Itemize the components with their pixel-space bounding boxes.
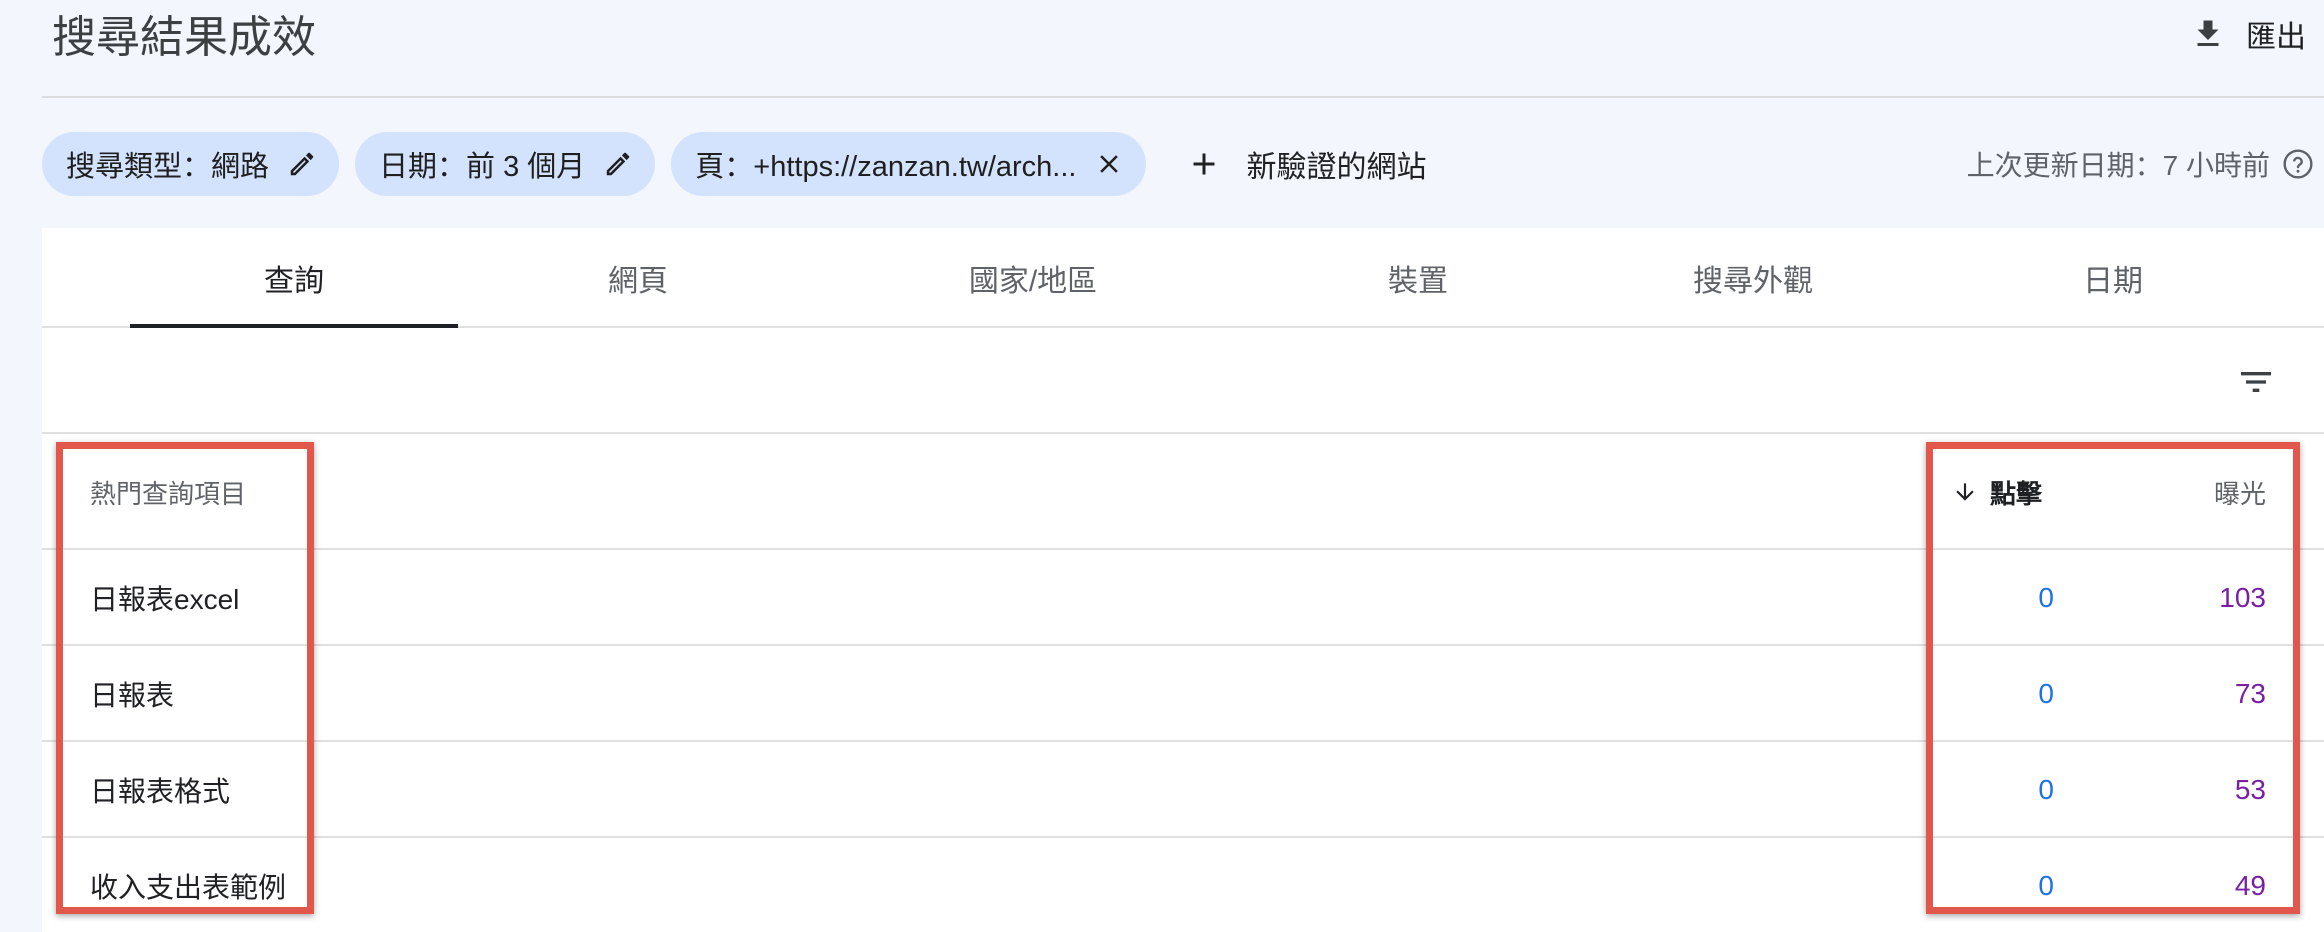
tab-pages[interactable]: 網頁	[488, 228, 788, 328]
column-header-clicks[interactable]: 點擊	[1952, 434, 2042, 550]
tab-search-appearance[interactable]: 搜尋外觀	[1598, 228, 1908, 328]
column-header-impressions[interactable]: 曝光	[2214, 434, 2266, 550]
tab-queries[interactable]: 查詢	[130, 228, 458, 328]
tab-devices[interactable]: 裝置	[1268, 228, 1568, 328]
table-row[interactable]: 日報表格式 0 53	[42, 742, 2324, 838]
query-cell: 收入支出表範例	[90, 872, 287, 903]
clicks-header-label: 點擊	[1990, 478, 2043, 509]
chip-label: 搜尋類型：網路	[66, 151, 270, 183]
table-header: 熱門查詢項目 點擊 曝光	[42, 434, 2324, 550]
export-label: 匯出	[2246, 21, 2306, 54]
last-updated-text: 上次更新日期：7 小時前	[1966, 150, 2270, 181]
tab-countries[interactable]: 國家/地區	[848, 228, 1218, 328]
impressions-cell: 49	[2234, 870, 2266, 901]
plus-icon	[1193, 153, 1215, 175]
results-card: 查詢 網頁 國家/地區 裝置 搜尋外觀 日期 熱門查詢項目 點擊 曝光 日報表e…	[42, 228, 2324, 932]
impressions-cell: 103	[2219, 582, 2266, 613]
filter-rows-icon[interactable]	[2236, 362, 2276, 402]
page-title: 搜尋結果成效	[52, 13, 316, 62]
pencil-icon[interactable]	[287, 149, 317, 179]
queries-table: 熱門查詢項目 點擊 曝光 日報表excel 0 103 日報表 0 73 日報表…	[42, 434, 2324, 932]
query-cell: 日報表excel	[90, 584, 240, 615]
page-header: 搜尋結果成效 匯出	[42, 0, 2324, 98]
close-icon[interactable]	[1094, 149, 1124, 179]
pencil-icon[interactable]	[603, 149, 633, 179]
chip-page[interactable]: 頁：+https://zanzan.tw/arch...	[671, 132, 1147, 196]
table-row[interactable]: 日報表 0 73	[42, 646, 2324, 742]
download-icon	[2197, 20, 2219, 46]
clicks-cell: 0	[2038, 582, 2054, 613]
add-filter-label: 新驗證的網站	[1246, 151, 1427, 184]
export-button[interactable]: 匯出	[2190, 8, 2306, 60]
column-header-query[interactable]: 熱門查詢項目	[90, 434, 246, 550]
clicks-cell: 0	[2038, 774, 2054, 805]
clicks-cell: 0	[2038, 678, 2054, 709]
chip-search-type[interactable]: 搜尋類型：網路	[42, 132, 340, 196]
dimension-tabs: 查詢 網頁 國家/地區 裝置 搜尋外觀 日期	[42, 228, 2324, 328]
add-filter-button[interactable]: 新驗證的網站	[1186, 142, 1426, 186]
impressions-cell: 53	[2234, 774, 2266, 805]
table-row[interactable]: 收入支出表範例 0 49	[42, 838, 2324, 932]
impressions-cell: 73	[2234, 678, 2266, 709]
table-toolbar	[42, 328, 2324, 434]
help-icon[interactable]	[2282, 148, 2314, 180]
query-cell: 日報表	[90, 680, 175, 711]
chip-label: 頁：+https://zanzan.tw/arch...	[695, 151, 1077, 183]
arrow-down-icon	[1956, 483, 1974, 501]
chip-label: 日期：前 3 個月	[379, 151, 586, 183]
clicks-cell: 0	[2038, 870, 2054, 901]
tab-dates[interactable]: 日期	[1968, 228, 2258, 328]
query-cell: 日報表格式	[90, 776, 231, 807]
search-performance-page: 搜尋結果成效 匯出 搜尋類型：網路 日期：前 3 個月 頁：+https://z…	[0, 0, 2324, 932]
last-updated: 上次更新日期：7 小時前	[1967, 144, 2314, 184]
filter-chip-row: 搜尋類型：網路 日期：前 3 個月 頁：+https://zanzan.tw/a…	[42, 132, 1426, 196]
chip-date[interactable]: 日期：前 3 個月	[355, 132, 656, 196]
table-row[interactable]: 日報表excel 0 103	[42, 550, 2324, 646]
